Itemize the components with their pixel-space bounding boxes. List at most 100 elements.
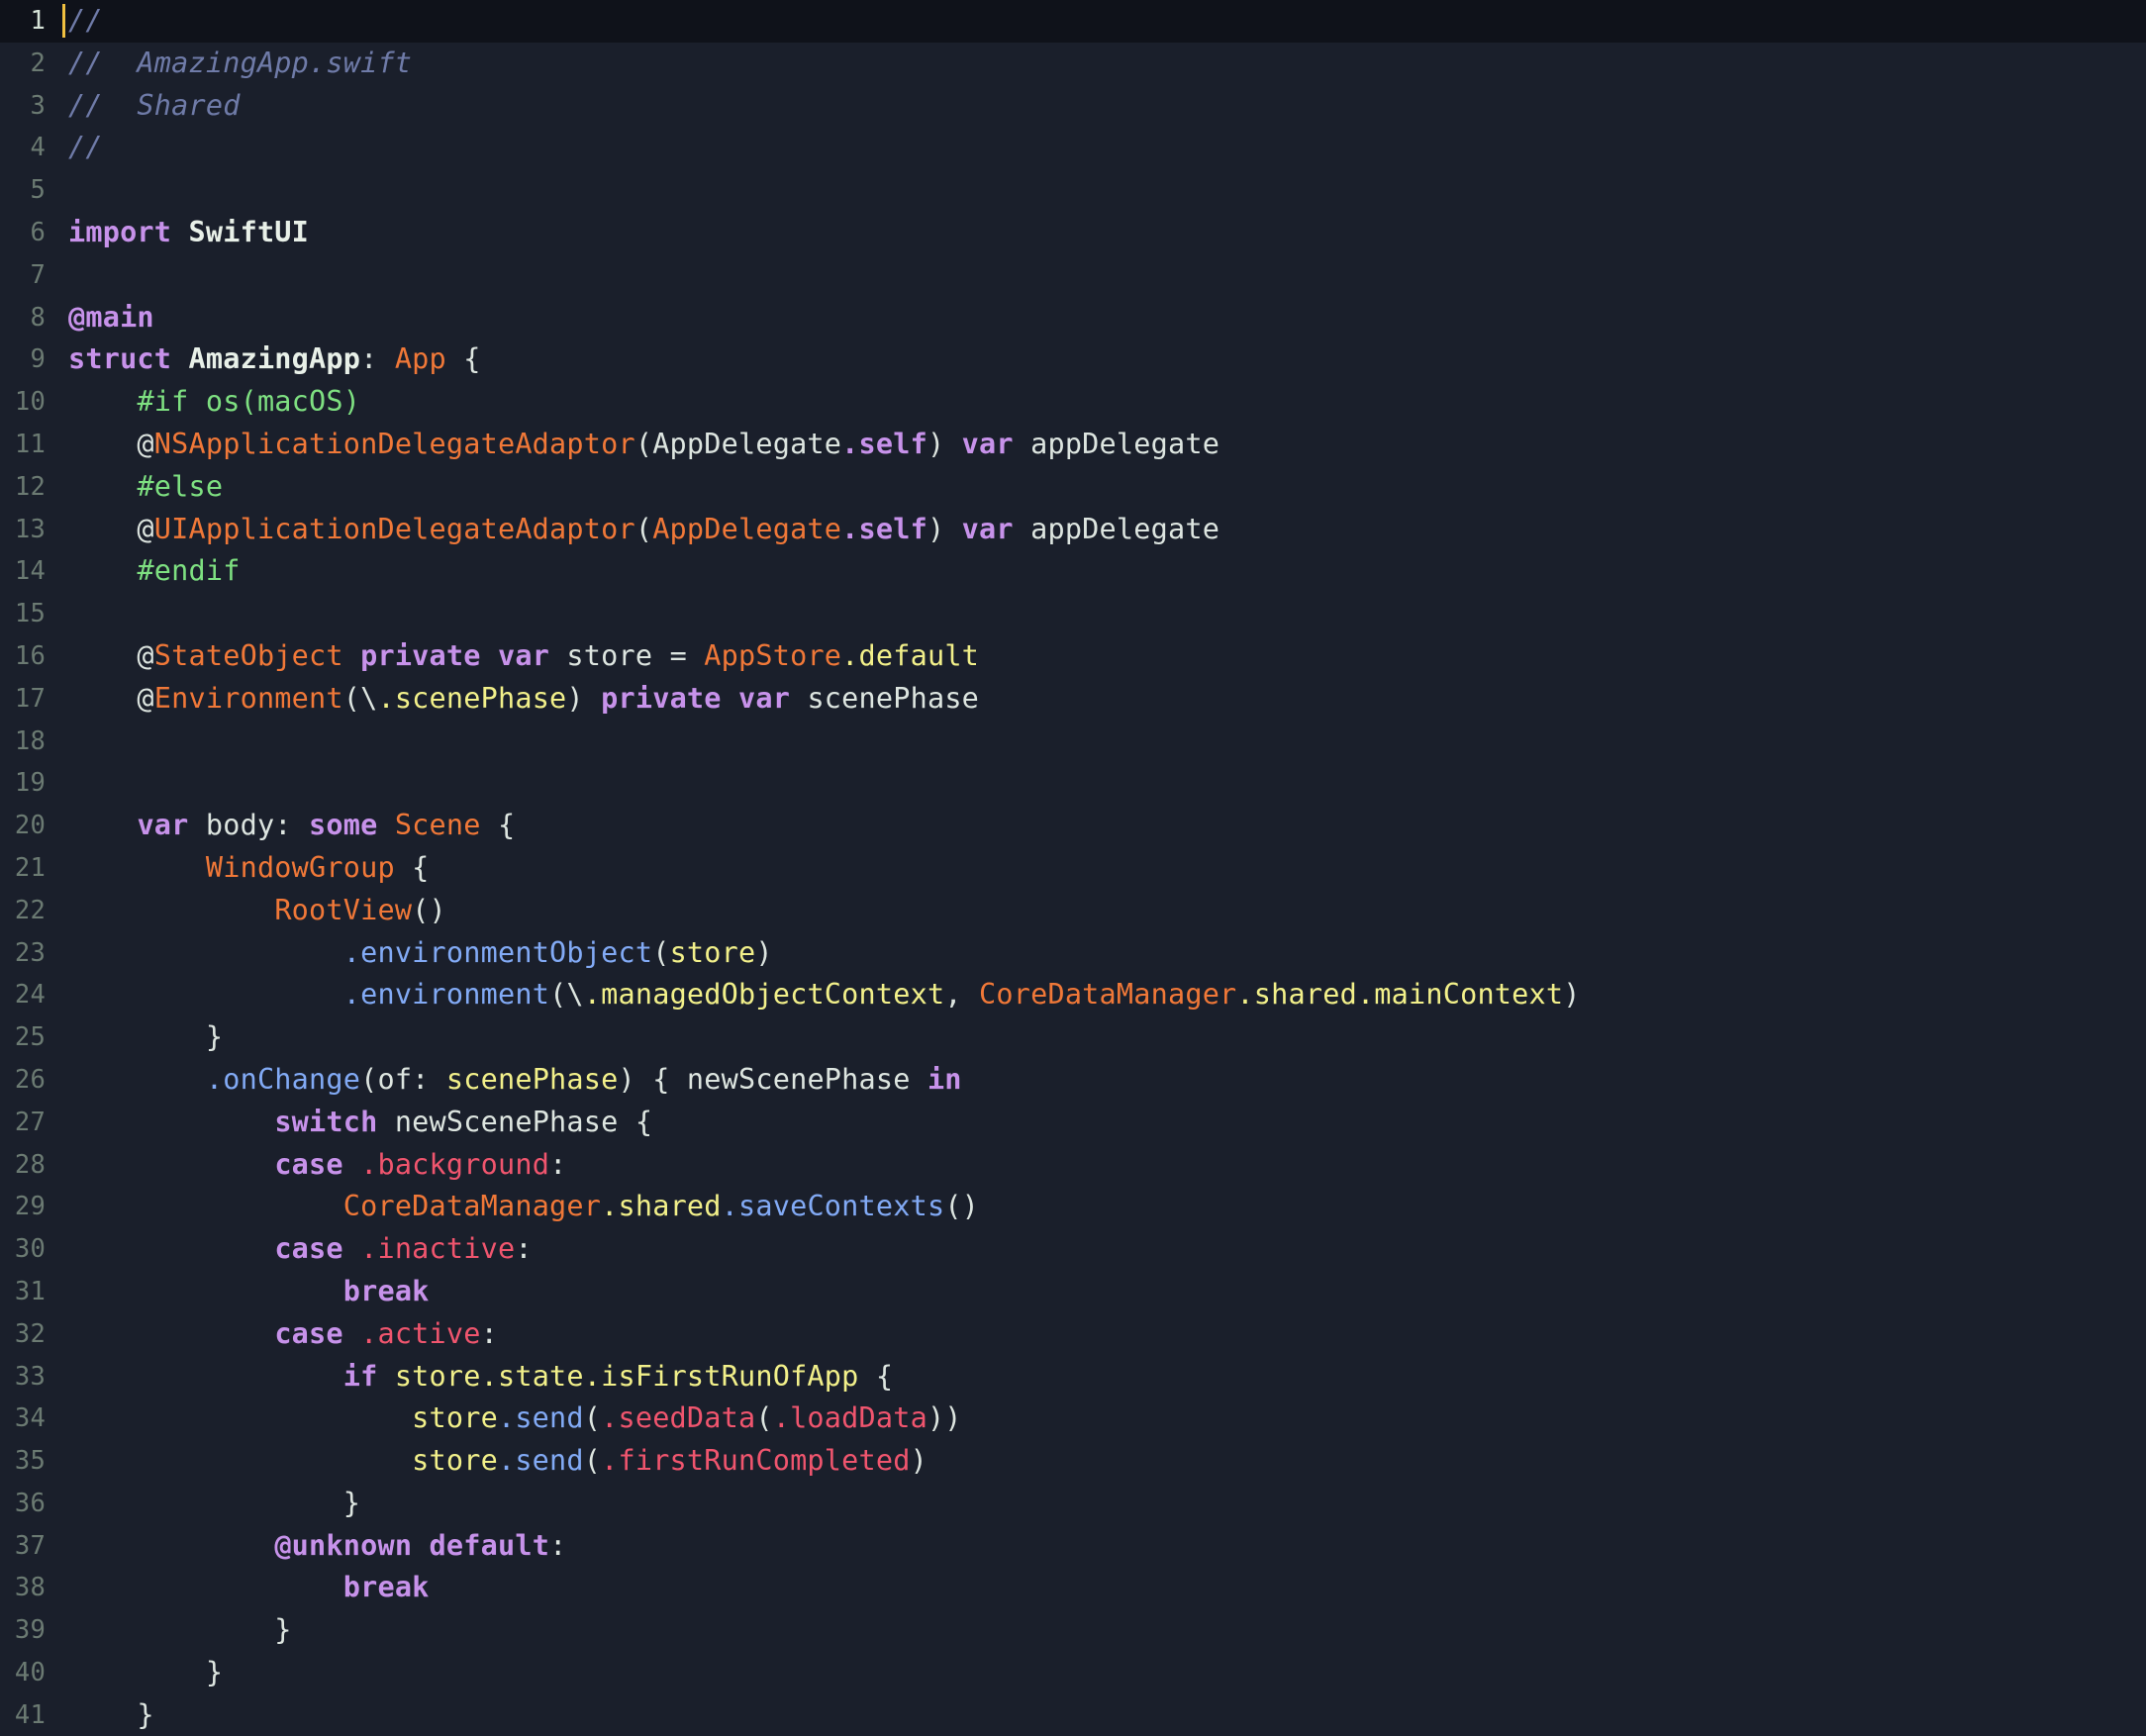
code-line-content[interactable]: struct AmazingApp: App { (65, 338, 2146, 381)
line-number: 1 (30, 6, 46, 36)
code-line-content[interactable]: RootView() (65, 890, 2146, 932)
code-line-content[interactable]: break (65, 1567, 2146, 1609)
code-line-content[interactable]: var body: some Scene { (65, 805, 2146, 847)
code-token-prop: store (412, 1401, 498, 1435)
code-token-plain: ) (927, 427, 962, 460)
code-line-content[interactable]: #else (65, 466, 2146, 509)
code-line-content[interactable]: // Shared (65, 85, 2146, 128)
code-line[interactable]: 21 WindowGroup { (0, 847, 2146, 890)
code-line[interactable]: 36 } (0, 1483, 2146, 1525)
code-line[interactable]: 9 struct AmazingApp: App { (0, 338, 2146, 381)
code-line-content[interactable]: if store.state.isFirstRunOfApp { (65, 1356, 2146, 1398)
code-line[interactable]: 22 RootView() (0, 890, 2146, 932)
code-line[interactable]: 38 break (0, 1567, 2146, 1609)
code-line[interactable]: 32 case .active: (0, 1313, 2146, 1356)
code-line-content[interactable]: } (65, 1483, 2146, 1525)
code-line[interactable]: 12 #else (0, 466, 2146, 509)
code-line-content[interactable]: break (65, 1271, 2146, 1313)
code-line-content[interactable]: @UIApplicationDelegateAdaptor(AppDelegat… (65, 509, 2146, 551)
line-number: 33 (14, 1361, 46, 1392)
code-line[interactable]: 28 case .background: (0, 1144, 2146, 1187)
code-token-attr: AppStore (704, 638, 842, 672)
code-token-prop: store (412, 1444, 498, 1478)
code-line-content[interactable]: } (65, 1694, 2146, 1736)
code-line[interactable]: 3 // Shared (0, 85, 2146, 128)
code-line[interactable]: 13 @UIApplicationDelegateAdaptor(AppDele… (0, 509, 2146, 551)
code-line-content[interactable]: case .inactive: (65, 1228, 2146, 1271)
line-number: 3 (30, 90, 46, 121)
code-line[interactable]: 29 CoreDataManager.shared.saveContexts() (0, 1186, 2146, 1228)
code-editor[interactable]: 1 // 2 // AmazingApp.swift 3 // Shared 4 // 5 6 im… (0, 0, 2146, 1736)
code-token-prop: .shared (1236, 978, 1357, 1012)
code-line[interactable]: 35 store.send(.firstRunCompleted) (0, 1440, 2146, 1483)
code-line-content[interactable]: // (65, 127, 2146, 169)
code-line-content[interactable]: case .active: (65, 1313, 2146, 1356)
code-token-plain: appDelegate (1013, 512, 1220, 545)
code-line[interactable]: 40 } (0, 1652, 2146, 1694)
code-line-content[interactable]: .environment(\.managedObjectContext, Cor… (65, 974, 2146, 1016)
code-token-plain: @ (68, 427, 154, 460)
code-line-content[interactable]: #if os(macOS) (65, 381, 2146, 424)
code-line[interactable]: 15 (0, 593, 2146, 635)
line-number: 26 (14, 1064, 46, 1095)
code-line-content[interactable]: WindowGroup { (65, 847, 2146, 890)
code-line-content[interactable]: } (65, 1609, 2146, 1652)
code-line-content[interactable]: #endif (65, 550, 2146, 593)
code-token-kw: break (342, 1571, 430, 1604)
code-line[interactable]: 4 // (0, 127, 2146, 169)
code-line-content[interactable]: @main (65, 297, 2146, 339)
code-line[interactable]: 18 (0, 721, 2146, 763)
code-line[interactable]: 19 (0, 762, 2146, 805)
code-line[interactable]: 31 break (0, 1271, 2146, 1313)
code-line[interactable]: 41 } (0, 1694, 2146, 1736)
code-line-content[interactable]: .environmentObject(store) (65, 932, 2146, 975)
code-line-content[interactable]: @Environment(\.scenePhase) private var s… (65, 678, 2146, 721)
code-token-plain: @ (68, 512, 154, 545)
code-line-content[interactable]: @NSApplicationDelegateAdaptor(AppDelegat… (65, 424, 2146, 466)
code-line[interactable]: 27 switch newScenePhase { (0, 1102, 2146, 1144)
code-line[interactable]: 8 @main (0, 297, 2146, 339)
line-number: 12 (14, 471, 46, 502)
code-line[interactable]: 7 (0, 254, 2146, 297)
code-line-content[interactable]: .onChange(of: scenePhase) { newScenePhas… (65, 1059, 2146, 1102)
code-line-content[interactable]: store.send(.seedData(.loadData)) (65, 1398, 2146, 1440)
code-token-plain: { (480, 809, 516, 842)
code-token-kw: break (342, 1274, 430, 1307)
code-line[interactable]: 25 } (0, 1016, 2146, 1059)
code-line[interactable]: 37 @unknown default: (0, 1525, 2146, 1568)
code-line-content[interactable]: switch newScenePhase { (65, 1102, 2146, 1144)
code-line-content[interactable]: // AmazingApp.swift (65, 43, 2146, 85)
code-line[interactable]: 10 #if os(macOS) (0, 381, 2146, 424)
code-line-content[interactable]: @unknown default: (65, 1525, 2146, 1568)
code-line[interactable]: 11 @NSApplicationDelegateAdaptor(AppDele… (0, 424, 2146, 466)
code-line-content[interactable]: CoreDataManager.shared.saveContexts() (65, 1186, 2146, 1228)
code-line[interactable]: 17 @Environment(\.scenePhase) private va… (0, 678, 2146, 721)
code-token-plain: AppDelegate (652, 427, 842, 460)
code-line-content[interactable]: } (65, 1652, 2146, 1694)
code-line[interactable]: 39 } (0, 1609, 2146, 1652)
line-number: 15 (14, 599, 46, 629)
code-line[interactable]: 30 case .inactive: (0, 1228, 2146, 1271)
code-line[interactable]: 20 var body: some Scene { (0, 805, 2146, 847)
code-line-content[interactable]: // (62, 0, 2146, 43)
code-line-content[interactable]: store.send(.firstRunCompleted) (65, 1440, 2146, 1483)
code-token-comment: // AmazingApp.swift (68, 46, 413, 79)
code-line-content[interactable]: } (65, 1016, 2146, 1059)
code-line-content[interactable]: import SwiftUI (65, 212, 2146, 254)
code-line[interactable]: 23 .environmentObject(store) (0, 932, 2146, 975)
code-line[interactable]: 26 .onChange(of: scenePhase) { newSceneP… (0, 1059, 2146, 1102)
code-line[interactable]: 2 // AmazingApp.swift (0, 43, 2146, 85)
code-line[interactable]: 24 .environment(\.managedObjectContext, … (0, 974, 2146, 1016)
code-line[interactable]: 16 @StateObject private var store = AppS… (0, 635, 2146, 678)
code-line[interactable]: 6 import SwiftUI (0, 212, 2146, 254)
code-line[interactable]: 34 store.send(.seedData(.loadData)) (0, 1398, 2146, 1440)
code-line[interactable]: 33 if store.state.isFirstRunOfApp { (0, 1356, 2146, 1398)
code-line[interactable]: 1 // (0, 0, 2146, 43)
code-line[interactable]: 5 (0, 169, 2146, 212)
code-line-content[interactable]: case .background: (65, 1144, 2146, 1187)
code-line-content[interactable]: @StateObject private var store = AppStor… (65, 635, 2146, 678)
code-token-pre: #if os(macOS) (137, 385, 361, 419)
code-line[interactable]: 14 #endif (0, 550, 2146, 593)
code-token-plain: ( (583, 1444, 602, 1478)
